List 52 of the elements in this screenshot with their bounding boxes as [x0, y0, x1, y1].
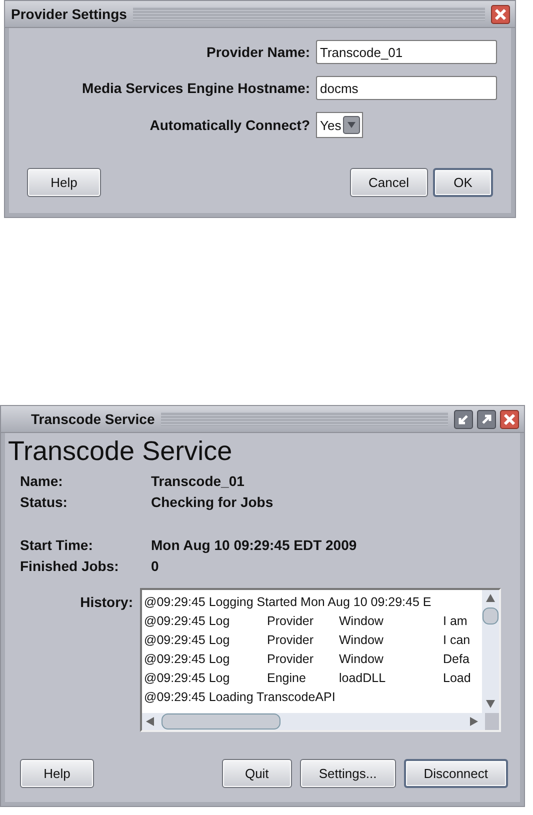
help-button[interactable]: Help — [20, 759, 94, 788]
info-value: Transcode_01 — [151, 473, 244, 489]
log-cell-text: @09:29:45 Log — [144, 613, 230, 630]
info-value: 0 — [151, 558, 159, 574]
log-cell-text: Provider — [267, 613, 314, 630]
log-cell-text: I can — [443, 632, 470, 649]
info-label: Name: — [20, 473, 63, 489]
log-cell-text: Engine — [267, 670, 306, 687]
window-title: Transcode Service — [31, 411, 155, 427]
log-cell-text: I am — [443, 613, 468, 630]
maximize-icon[interactable] — [477, 410, 496, 428]
dialog-button[interactable]: OK — [433, 168, 493, 197]
info-label: Status: — [20, 494, 68, 510]
log-cell-text: @09:29:45 Log — [144, 670, 230, 687]
title-bar-grip[interactable] — [160, 412, 448, 426]
text-field[interactable]: docms — [316, 76, 497, 100]
info-value: Checking for Jobs — [151, 494, 274, 510]
log-cell-text: @09:29:45 Log — [144, 651, 230, 668]
title-bar-grip[interactable] — [132, 7, 485, 21]
log-cell-text: loadDLL — [339, 670, 386, 687]
log-cell-text: @09:29:45 Log — [144, 632, 230, 649]
dialog-button[interactable]: Quit — [222, 759, 292, 788]
close-icon[interactable] — [491, 4, 510, 24]
window-title: Provider Settings — [11, 6, 127, 22]
dialog-button[interactable]: Cancel — [350, 168, 428, 197]
log-cell-text: Window — [339, 632, 384, 649]
log-cell-text: Provider — [267, 651, 314, 668]
restore-icon[interactable] — [454, 410, 473, 428]
log-cell-text: Provider — [267, 632, 314, 649]
text-field[interactable]: Transcode_01 — [316, 40, 497, 64]
help-button[interactable]: Help — [27, 168, 101, 197]
log-line: @09:29:45 Logging Started Mon Aug 10 09:29:45 E — [144, 594, 432, 611]
dialog-button[interactable]: Disconnect — [404, 759, 508, 788]
field-label: Media Services Engine Hostname: — [82, 80, 310, 96]
log-cell-text: Window — [339, 651, 384, 668]
log-cell-text: Defa — [443, 651, 470, 668]
log-cell-text: Window — [339, 613, 384, 630]
info-value: Mon Aug 10 09:29:45 EDT 2009 — [151, 537, 357, 553]
info-label: Finished Jobs: — [20, 558, 119, 574]
log-line: @09:29:45 Loading TranscodeAPI — [144, 689, 336, 706]
dialog-button[interactable]: Settings... — [300, 759, 396, 788]
close-icon[interactable] — [500, 410, 519, 428]
field-label: Automatically Connect? — [150, 117, 310, 133]
vertical-scrollbar[interactable] — [482, 590, 499, 713]
history-list[interactable] — [140, 588, 501, 732]
dropdown[interactable]: Yes — [316, 112, 364, 138]
service-heading: Transcode Service — [8, 435, 232, 467]
horizontal-scrollbar[interactable] — [142, 713, 499, 730]
info-label: Start Time: — [20, 537, 93, 553]
log-cell-text: Load — [443, 670, 471, 687]
field-label: Provider Name: — [206, 44, 310, 60]
history-label: History: — [79, 594, 133, 610]
